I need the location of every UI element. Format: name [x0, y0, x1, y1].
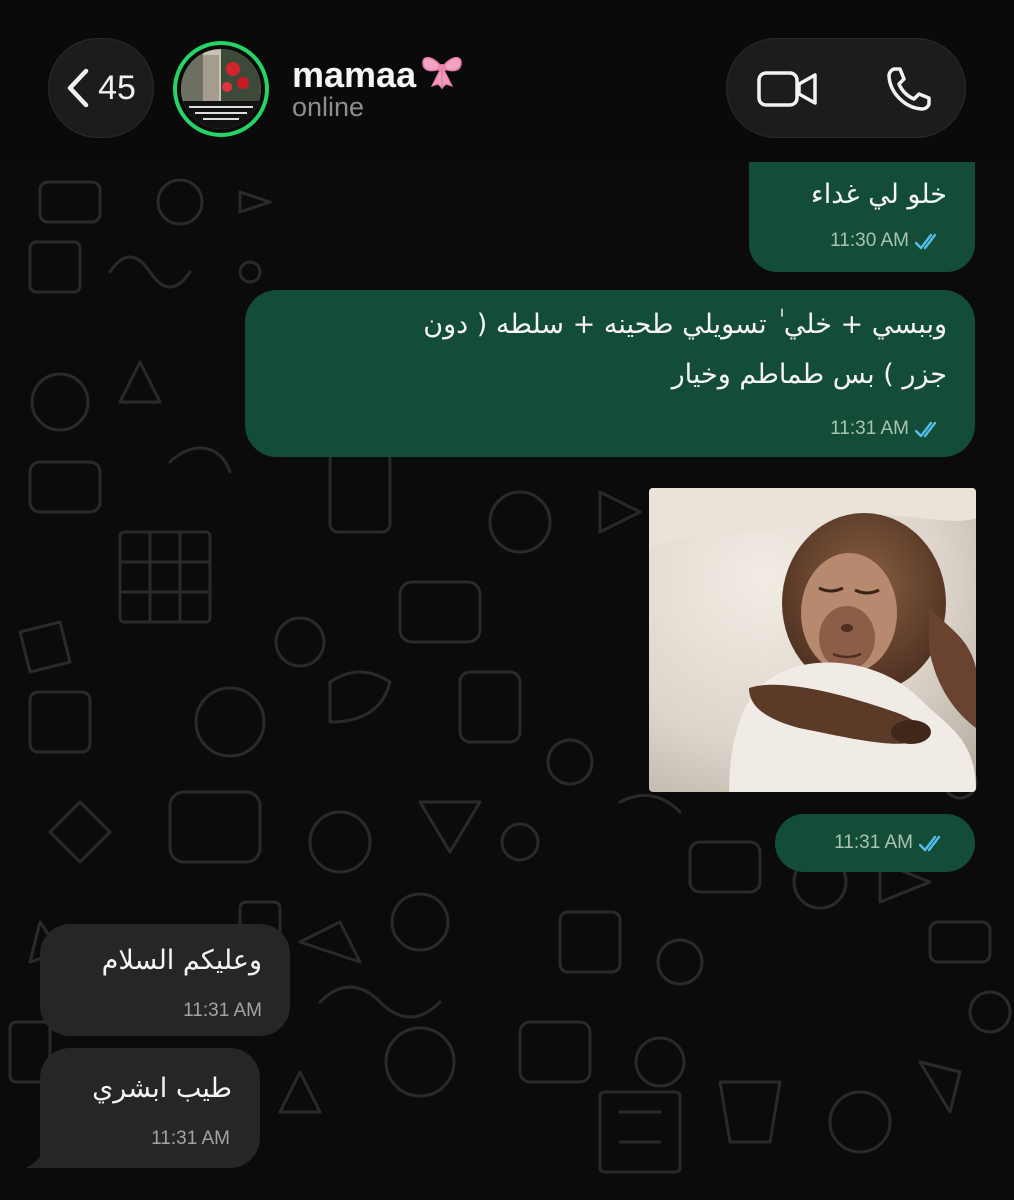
message-meta: 11:31 AM — [151, 1128, 230, 1150]
image-time-pill: 11:31 AM — [775, 814, 975, 872]
message-text: وعليكم السلام — [101, 945, 262, 976]
double-check-icon — [915, 420, 941, 438]
phone-icon — [885, 67, 933, 117]
video-call-button[interactable] — [757, 69, 819, 109]
video-camera-icon — [757, 71, 819, 113]
message-time: 11:31 AM — [183, 1000, 262, 1021]
message-bubble-incoming[interactable]: طيب ابشري 11:31 AM — [40, 1048, 260, 1168]
avatar[interactable] — [173, 41, 269, 137]
message-bubble-outgoing[interactable]: وببسي + خلي ٰ تسويلي طحينه + سلطه ( دون … — [245, 290, 975, 457]
message-text-line: وببسي + خلي ٰ تسويلي طحينه + سلطه ( دون — [423, 309, 947, 340]
unread-count: 45 — [98, 68, 136, 107]
message-time: 11:30 AM — [830, 230, 909, 251]
message-bubble-outgoing[interactable]: خلو لي غداء 11:30 AM — [749, 162, 975, 272]
message-meta: 11:31 AM — [834, 832, 945, 854]
sleeping-monkey-image[interactable] — [649, 488, 976, 792]
message-bubble-incoming[interactable]: وعليكم السلام 11:31 AM — [40, 924, 290, 1036]
chat-screen: 45 mamaa online خلو لي غداء 11:30 AM وبب… — [0, 0, 1014, 1200]
message-meta: 11:30 AM — [830, 230, 941, 252]
message-text: خلو لي غداء — [811, 179, 947, 210]
ribbon-icon — [420, 50, 464, 99]
double-check-icon — [919, 834, 945, 852]
message-meta: 11:31 AM — [183, 1000, 262, 1022]
message-time: 11:31 AM — [830, 418, 909, 439]
message-text-line: جزر ) بس طماطم وخيار — [671, 359, 947, 390]
chevron-left-icon — [66, 68, 90, 108]
message-meta: 11:31 AM — [830, 418, 941, 440]
back-button[interactable]: 45 — [48, 38, 154, 138]
voice-call-button[interactable] — [885, 65, 933, 113]
message-time: 11:31 AM — [151, 1128, 230, 1149]
message-text: طيب ابشري — [92, 1073, 232, 1104]
chat-header: 45 mamaa online — [0, 0, 1014, 162]
avatar-image — [181, 49, 261, 129]
call-actions — [726, 38, 966, 138]
contact-name: mamaa — [292, 53, 417, 95]
chat-area[interactable]: خلو لي غداء 11:30 AM وببسي + خلي ٰ تسويل… — [0, 162, 1014, 1200]
double-check-icon — [915, 232, 941, 250]
message-time: 11:31 AM — [834, 832, 913, 853]
contact-status: online — [292, 92, 365, 122]
